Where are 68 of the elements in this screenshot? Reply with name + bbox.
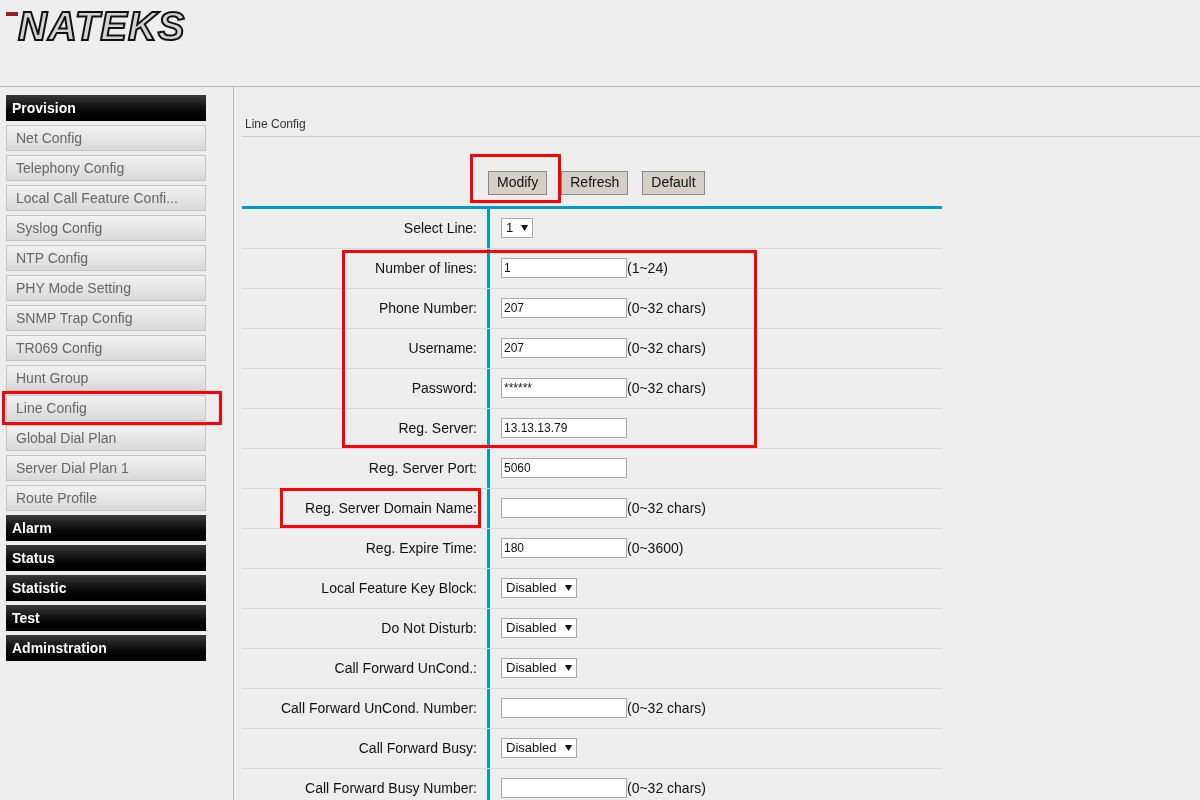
input-field[interactable] — [501, 778, 627, 798]
hint-text: (0~32 chars) — [627, 338, 706, 358]
sidebar-item[interactable]: Hunt Group — [6, 365, 206, 391]
hint-text: (0~32 chars) — [627, 378, 706, 398]
sidebar-section[interactable]: Status — [6, 545, 206, 571]
caret-icon — [564, 585, 572, 591]
input-field[interactable]: 207 — [501, 338, 627, 358]
dropdown[interactable]: Disabled — [501, 578, 577, 598]
field-label: Reg. Server Domain Name: — [305, 498, 477, 518]
dropdown[interactable]: 1 — [501, 218, 534, 238]
sidebar-item[interactable]: Global Dial Plan — [6, 425, 206, 451]
form-button[interactable]: Modify — [488, 170, 548, 195]
dropdown[interactable]: Disabled — [501, 738, 577, 758]
sidebar-item[interactable]: Route Profile — [6, 485, 206, 511]
caret-icon — [564, 745, 572, 751]
sidebar-section[interactable]: Test — [6, 605, 206, 631]
sidebar-section[interactable]: Provision — [6, 95, 206, 121]
input-field[interactable] — [501, 698, 627, 718]
sidebar-item[interactable]: PHY Mode Setting — [6, 275, 206, 301]
sidebar-item[interactable]: Telephony Config — [6, 155, 206, 181]
logo-bar-icon — [6, 12, 18, 16]
input-field[interactable] — [501, 498, 627, 518]
field-label: Call Forward Busy: — [358, 738, 477, 758]
sidebar-item[interactable]: Local Call Feature Confi... — [6, 185, 206, 211]
caret-icon — [521, 225, 529, 231]
caret-icon — [564, 665, 572, 671]
input-field[interactable]: 207 — [501, 298, 627, 318]
sidebar-section[interactable]: Statistic — [6, 575, 206, 601]
field-label: Do Not Disturb: — [381, 618, 477, 638]
field-label: Local Feature Key Block: — [321, 578, 477, 598]
logo: NATEKS — [18, 4, 186, 48]
field-label: Call Forward UnCond. Number: — [280, 698, 477, 718]
sidebar-item[interactable]: Line Config — [6, 395, 206, 421]
sidebar-item[interactable]: NTP Config — [6, 245, 206, 271]
sidebar-item[interactable]: Net Config — [6, 125, 206, 151]
hint-text: (0~32 chars) — [627, 698, 706, 718]
page-title: Line Config — [245, 117, 306, 131]
sidebar-item[interactable]: SNMP Trap Config — [6, 305, 206, 331]
input-field[interactable]: 180 — [501, 538, 627, 558]
hint-text: (1~24) — [627, 258, 668, 278]
hint-text: (0~32 chars) — [627, 778, 706, 798]
field-label: Call Forward UnCond.: — [334, 658, 477, 678]
hint-text: (0~32 chars) — [627, 298, 706, 318]
hint-text: (0~3600) — [627, 538, 684, 558]
sidebar-section[interactable]: Alarm — [6, 515, 206, 541]
input-field[interactable]: ****** — [501, 378, 627, 398]
sidebar-item[interactable]: TR069 Config — [6, 335, 206, 361]
field-label: Number of lines: — [375, 258, 477, 278]
field-label: Reg. Server Port: — [368, 458, 477, 478]
caret-icon — [564, 625, 572, 631]
hint-text: (0~32 chars) — [627, 498, 706, 518]
field-label: Select Line: — [403, 218, 477, 238]
form-button[interactable]: Default — [642, 170, 705, 195]
form-button[interactable]: Refresh — [561, 170, 629, 195]
field-label: Phone Number: — [378, 298, 477, 318]
input-field[interactable]: 1 — [501, 258, 627, 278]
sidebar-section[interactable]: Adminstration — [6, 635, 206, 661]
sidebar-item[interactable]: Syslog Config — [6, 215, 206, 241]
field-label: Call Forward Busy Number: — [305, 778, 477, 798]
field-label: Username: — [408, 338, 477, 358]
input-field[interactable]: 5060 — [501, 458, 627, 478]
field-label: Password: — [411, 378, 477, 398]
dropdown[interactable]: Disabled — [501, 658, 577, 678]
sidebar-item[interactable]: Server Dial Plan 1 — [6, 455, 206, 481]
field-label: Reg. Server: — [398, 418, 477, 438]
dropdown[interactable]: Disabled — [501, 618, 577, 638]
input-field[interactable]: 13.13.13.79 — [501, 418, 627, 438]
field-label: Reg. Expire Time: — [365, 538, 477, 558]
